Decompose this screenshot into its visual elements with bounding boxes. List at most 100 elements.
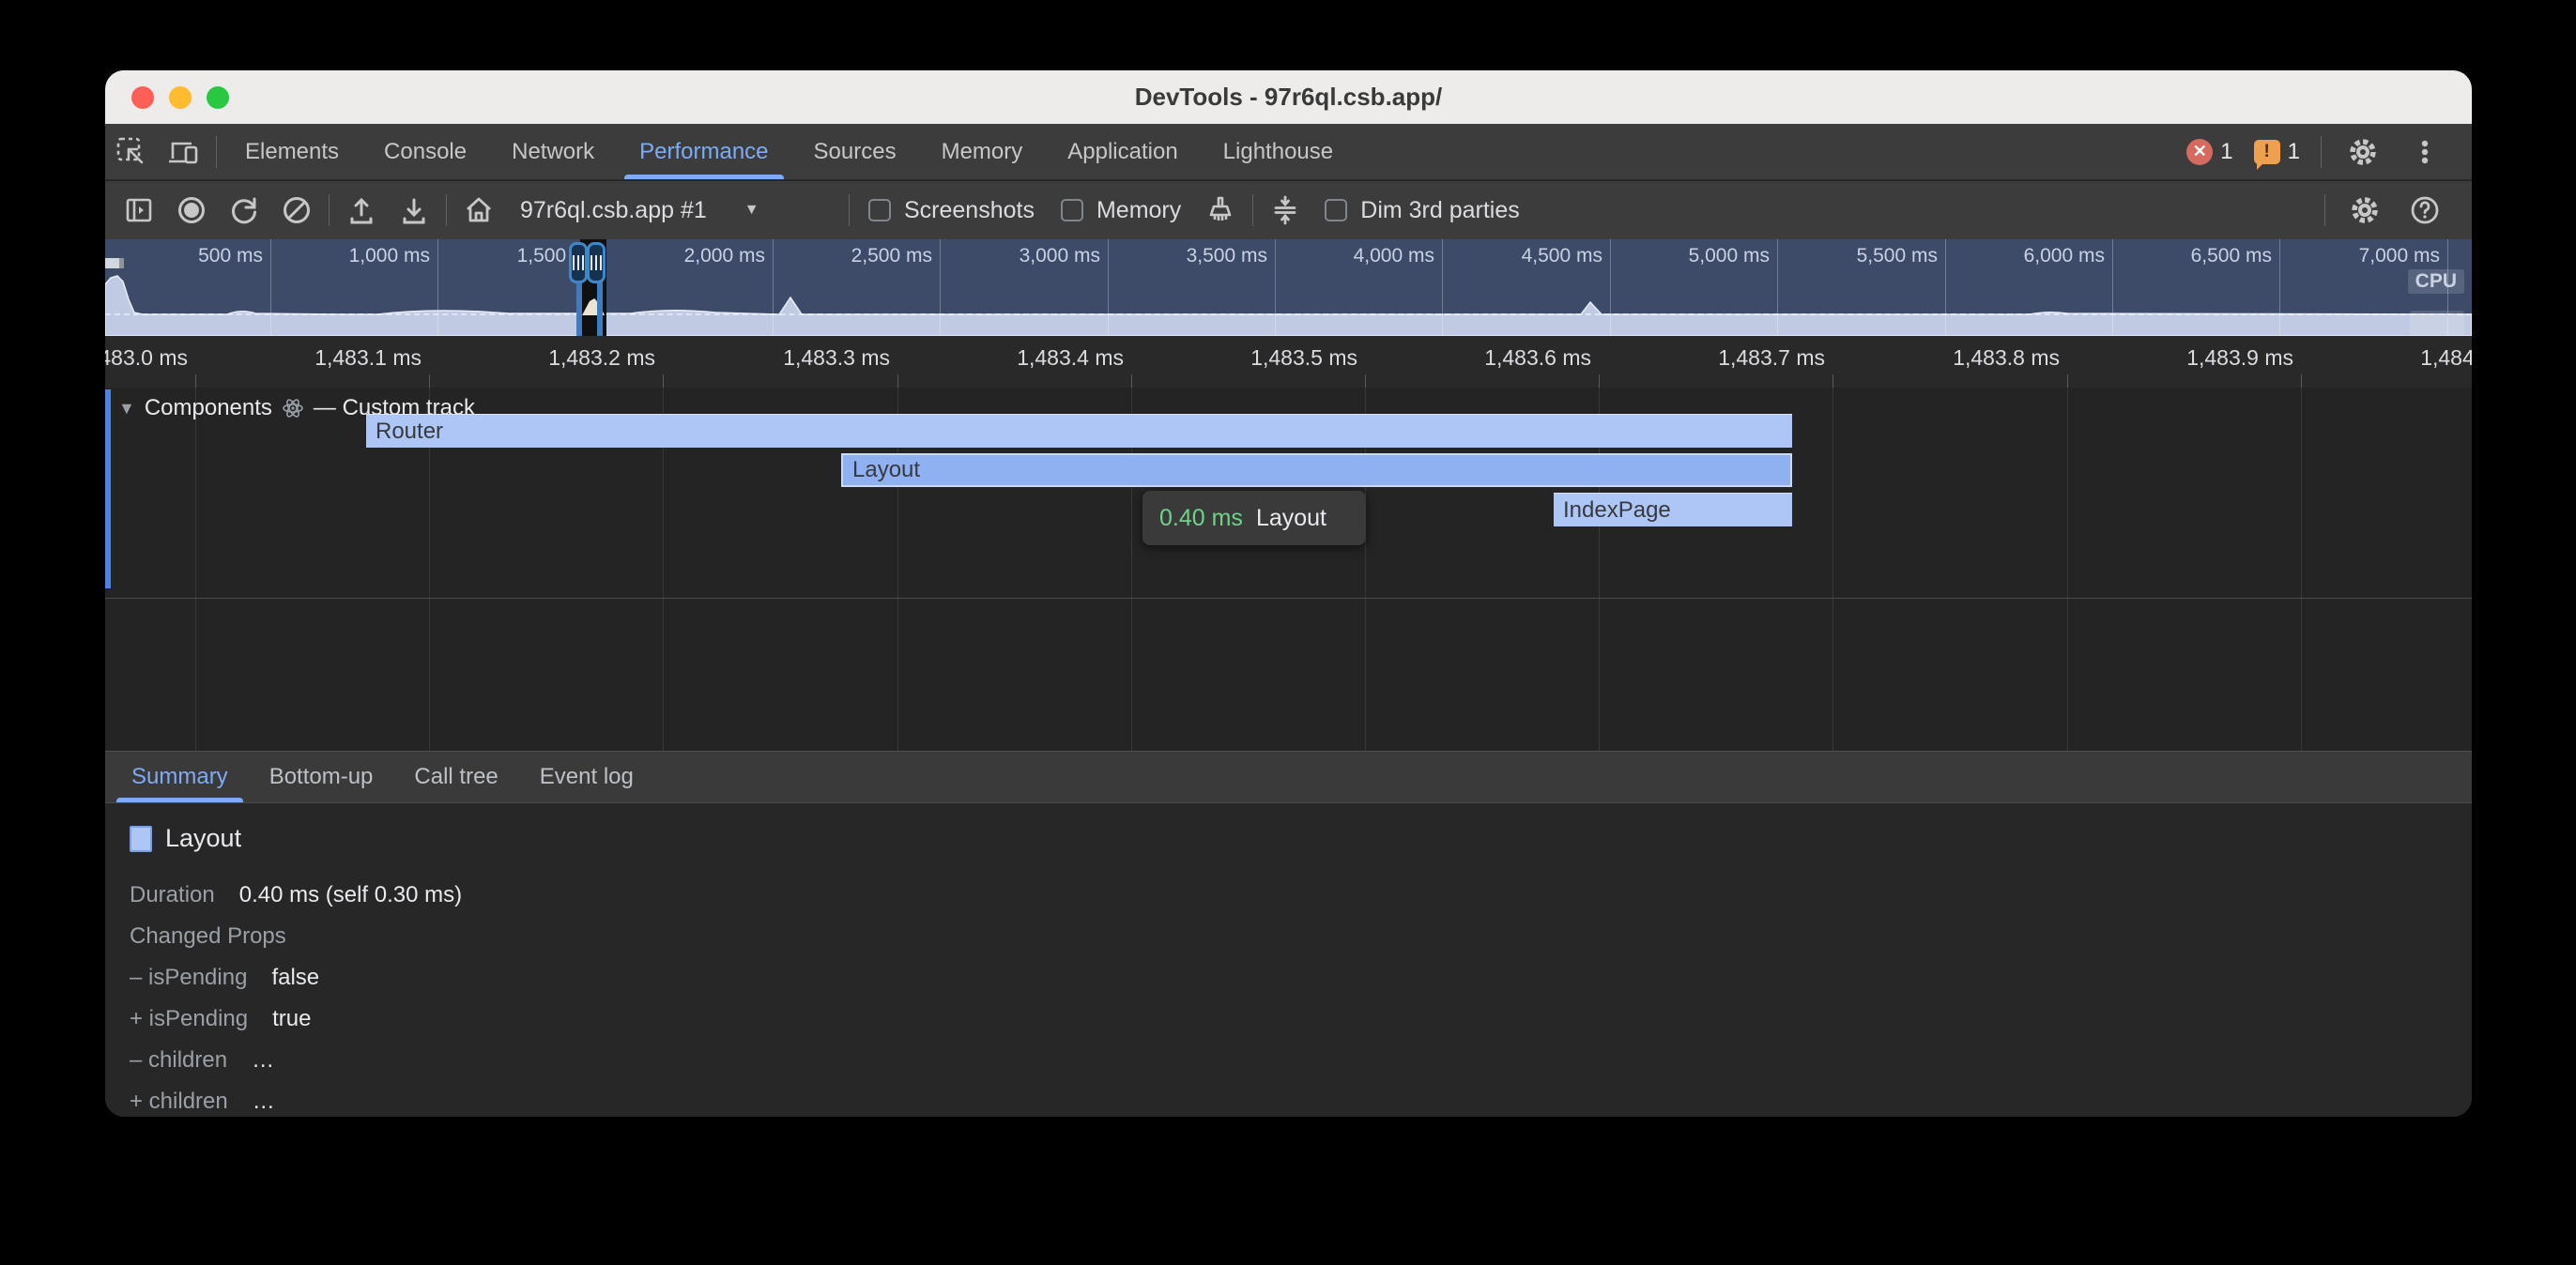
ruler-tick-mark (195, 374, 196, 388)
summary-row-key: – isPending (130, 965, 247, 991)
toolbar-right (2319, 186, 2464, 235)
console-errors-badge[interactable]: ✕ 1 (2181, 139, 2238, 165)
ruler-tick-label: 1,483.2 ms (456, 345, 655, 371)
close-window-button[interactable] (131, 86, 154, 109)
toggle-sidebar-icon[interactable] (113, 186, 165, 235)
summary-row-key: + children (130, 1089, 228, 1115)
more-options-icon[interactable] (2399, 128, 2451, 176)
ruler-tick-label: 1,483.3 ms (691, 345, 890, 371)
track-title: Components (145, 395, 272, 421)
summary-header: Layout (130, 824, 241, 853)
divider (216, 136, 217, 168)
inspect-element-icon[interactable] (105, 128, 158, 176)
capture-settings-gear-icon[interactable] (2338, 186, 2391, 235)
summary-panel: Layout Duration 0.40 ms (self 0.30 ms) Cha… (105, 803, 2472, 1117)
ruler-tick-label: 1,483.8 ms (1861, 345, 2060, 371)
details-tabbar: SummaryBottom-upCall treeEvent log (105, 751, 2472, 803)
track-focus-stripe (105, 389, 111, 588)
ruler-tick-mark (897, 374, 898, 388)
collect-garbage-icon[interactable] (1194, 186, 1247, 235)
tab-application[interactable]: Application (1045, 124, 1200, 179)
checkbox-box (868, 199, 891, 221)
reload-record-icon[interactable] (218, 186, 270, 235)
target-selector-dropdown[interactable]: 97r6ql.csb.app #1 ▼ (505, 197, 843, 224)
tooltip-label: Layout (1256, 505, 1326, 532)
summary-row-key: – children (130, 1047, 227, 1074)
selection-left-line (576, 281, 582, 336)
summary-row: – children … (130, 1040, 462, 1081)
error-count: 1 (2220, 139, 2232, 165)
shrink-rows-icon[interactable] (1259, 186, 1311, 235)
summary-row: + children … (130, 1081, 462, 1117)
home-icon[interactable] (452, 186, 505, 235)
cpu-baseline (105, 313, 2472, 315)
record-icon[interactable] (165, 186, 218, 235)
summary-row-key: Changed Props (130, 923, 286, 950)
summary-row-value: 0.40 ms (self 0.30 ms) (239, 882, 462, 908)
tab-memory[interactable]: Memory (919, 124, 1046, 179)
summary-row-value: … (253, 1089, 275, 1115)
ruler-tick-mark (1599, 374, 1600, 388)
help-icon[interactable] (2399, 186, 2451, 235)
ruler-tick-mark (663, 374, 664, 388)
ruler-tick-label: 1,483.0 ms (105, 345, 188, 371)
selection-left-handle[interactable] (569, 242, 588, 283)
ruler-tick-label: 1,483.6 ms (1392, 345, 1591, 371)
tab-network[interactable]: Network (489, 124, 617, 179)
summary-row: – isPending false (130, 957, 462, 998)
chevron-down-icon: ▼ (744, 202, 759, 219)
event-tooltip: 0.40 ms Layout (1142, 491, 1366, 545)
summary-row: Changed Props (130, 916, 462, 957)
performance-toolbar: 97r6ql.csb.app #1 ▼ Screenshots Memory (105, 181, 2472, 239)
chevron-expand-icon[interactable]: ▼ (118, 399, 135, 419)
ruler-tick-label: 1,483.1 ms (222, 345, 422, 371)
summary-row-key: Duration (130, 882, 215, 908)
flame-bar-layout[interactable]: Layout (841, 453, 1792, 487)
summary-row-value: false (271, 965, 319, 991)
tab-console[interactable]: Console (361, 124, 489, 179)
summary-title: Layout (165, 824, 241, 853)
summary-row-value: true (272, 1006, 311, 1032)
settings-gear-icon[interactable] (2337, 128, 2389, 176)
tab-elements[interactable]: Elements (222, 124, 361, 179)
dim-3rd-parties-checkbox[interactable]: Dim 3rd parties (1311, 197, 1533, 224)
react-atom-icon (282, 397, 304, 419)
flame-chart[interactable]: ▼ Components — Custom track RouterLayout… (105, 388, 2472, 751)
tab-sources[interactable]: Sources (791, 124, 919, 179)
selection-right-handle[interactable] (587, 242, 606, 283)
screenshots-label: Screenshots (904, 197, 1035, 224)
error-icon: ✕ (2186, 139, 2213, 165)
flame-bar-router[interactable]: Router (366, 414, 1792, 448)
memory-checkbox[interactable]: Memory (1048, 197, 1194, 224)
ruler-tick-mark (2067, 374, 2068, 388)
event-color-swatch (130, 826, 152, 852)
summary-row-value: … (252, 1047, 274, 1074)
issues-badge[interactable]: ! 1 (2248, 139, 2306, 165)
tab-performance[interactable]: Performance (617, 124, 790, 179)
divider (849, 194, 850, 226)
zoom-window-button[interactable] (207, 86, 229, 109)
screenshots-checkbox[interactable]: Screenshots (855, 197, 1048, 224)
tab-bottom-up[interactable]: Bottom-up (249, 752, 394, 802)
tab-call-tree[interactable]: Call tree (393, 752, 518, 802)
selection-right-line (597, 281, 603, 336)
summary-row: Duration 0.40 ms (self 0.30 ms) (130, 875, 462, 916)
device-toolbar-icon[interactable] (158, 128, 210, 176)
divider (2321, 136, 2322, 168)
tab-lighthouse[interactable]: Lighthouse (1201, 124, 1356, 179)
ruler-tick-label: 1,483.4 ms (925, 345, 1124, 371)
divider (1252, 194, 1253, 226)
flame-bar-indexpage[interactable]: IndexPage (1554, 493, 1792, 526)
ruler-tick-label: 1,483.7 ms (1626, 345, 1825, 371)
checkbox-box (1061, 199, 1083, 221)
track-divider (105, 598, 2472, 599)
timeline-overview[interactable]: 500 ms1,000 ms1,500 ms2,000 ms2,500 ms3,… (105, 239, 2472, 336)
tab-summary[interactable]: Summary (111, 752, 249, 802)
upload-profile-icon[interactable] (335, 186, 388, 235)
tab-event-log[interactable]: Event log (519, 752, 654, 802)
minimize-window-button[interactable] (169, 86, 192, 109)
clear-icon[interactable] (270, 186, 323, 235)
download-profile-icon[interactable] (388, 186, 440, 235)
summary-row: + isPendingtrue (130, 998, 462, 1040)
ruler-tick-mark (2301, 374, 2302, 388)
